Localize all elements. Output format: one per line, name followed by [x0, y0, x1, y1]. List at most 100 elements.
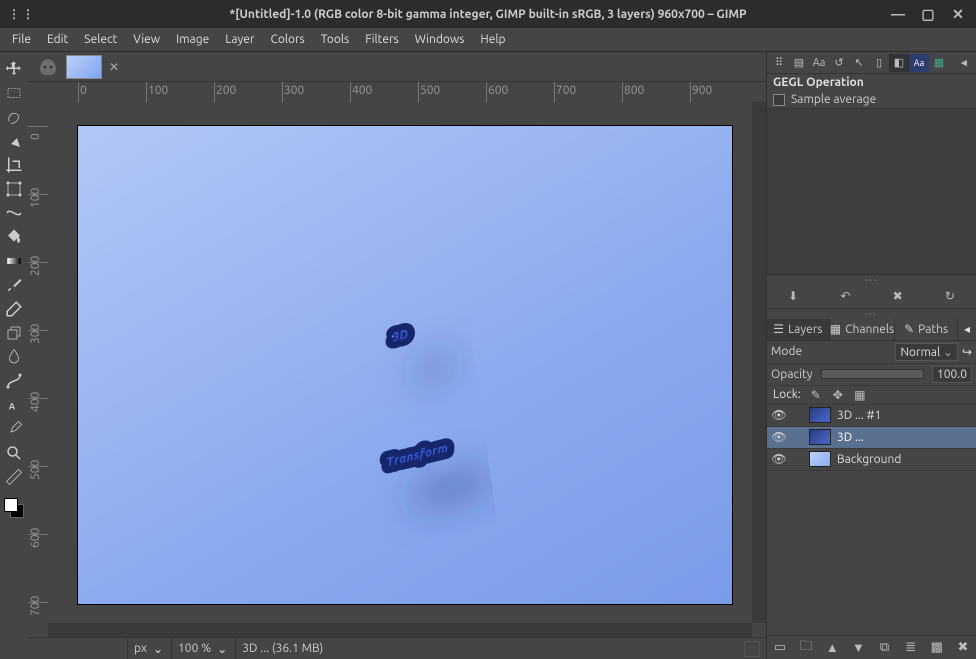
quick-nav-icon[interactable]	[744, 641, 760, 657]
menu-windows[interactable]: Windows	[407, 31, 473, 48]
path-tool-icon[interactable]	[2, 370, 26, 392]
pointer-tab-icon[interactable]: ↖	[849, 54, 869, 72]
maximize-button[interactable]: ▢	[914, 2, 942, 26]
brushes-tab-icon[interactable]: ⠿	[769, 54, 789, 72]
opacity-value[interactable]: 100.0	[932, 366, 972, 383]
menu-select[interactable]: Select	[76, 31, 125, 48]
patterns-tab-icon[interactable]: ▤	[789, 54, 809, 72]
document-tab[interactable]	[66, 55, 102, 79]
horizontal-ruler[interactable]: 0100200300400500600700800900	[48, 82, 752, 102]
crop-tool-icon[interactable]	[2, 154, 26, 176]
eraser-tool-icon[interactable]	[2, 298, 26, 320]
minimize-button[interactable]: —	[884, 2, 912, 26]
layer-thumbnail[interactable]	[809, 429, 831, 445]
tab-channels[interactable]: ▦Channels	[830, 319, 895, 340]
transform-tool-icon[interactable]	[2, 178, 26, 200]
layer-name[interactable]: 3D ...	[837, 431, 972, 444]
lock-alpha-icon[interactable]: ▦	[853, 388, 867, 402]
warp-tool-icon[interactable]	[2, 202, 26, 224]
reset-preset-icon[interactable]: ↻	[936, 286, 964, 306]
free-select-tool-icon[interactable]	[2, 106, 26, 128]
zoom-selector[interactable]: 100 %⌄	[172, 638, 236, 659]
sample-average-checkbox[interactable]	[773, 94, 785, 106]
titlebar-options-icon[interactable]: ⋮⋮	[8, 7, 36, 21]
ruler-tick-label: 700	[29, 596, 42, 616]
layer-row[interactable]: 👁 Background	[767, 449, 976, 471]
layer-visibility-icon[interactable]: 👁	[771, 452, 787, 466]
delete-preset-icon[interactable]: ✖	[884, 286, 912, 306]
dock-resize-handle[interactable]: ⋯	[767, 275, 976, 285]
zoom-tool-icon[interactable]	[2, 442, 26, 464]
text-style-tab-icon[interactable]: Aa	[909, 54, 929, 72]
menu-file[interactable]: File	[4, 31, 39, 48]
delete-layer-icon[interactable]: ✖	[954, 639, 972, 657]
layer-name[interactable]: 3D ... #1	[837, 409, 972, 422]
horizontal-scrollbar[interactable]	[48, 623, 752, 637]
layer-thumbnail[interactable]	[809, 407, 831, 423]
color-swatches[interactable]	[4, 498, 24, 518]
mode-label: Mode	[771, 345, 802, 358]
history-tab-icon[interactable]: ↺	[829, 54, 849, 72]
menu-image[interactable]: Image	[168, 31, 217, 48]
close-button[interactable]: ✕	[944, 2, 972, 26]
canvas-nav-corner[interactable]	[752, 623, 766, 637]
document-tab-icon[interactable]: ▯	[869, 54, 889, 72]
tab-layers[interactable]: ☰Layers	[767, 319, 830, 340]
fuzzy-select-tool-icon[interactable]	[2, 130, 26, 152]
text-tool-icon[interactable]: A	[2, 394, 26, 416]
lower-layer-icon[interactable]: ▼	[849, 639, 867, 657]
restore-preset-icon[interactable]: ↶	[831, 286, 859, 306]
tool-options-tab-icon[interactable]: ◧	[889, 54, 909, 72]
mode-select[interactable]: Normal	[895, 343, 958, 361]
layer-name[interactable]: Background	[837, 453, 972, 466]
layer-visibility-icon[interactable]: 👁	[771, 408, 787, 422]
menu-layer[interactable]: Layer	[217, 31, 262, 48]
close-tab-icon[interactable]: ✕	[108, 61, 120, 73]
bucket-fill-tool-icon[interactable]	[2, 226, 26, 248]
menu-help[interactable]: Help	[472, 31, 513, 48]
color-picker-tool-icon[interactable]	[2, 418, 26, 440]
opacity-slider[interactable]	[821, 369, 924, 379]
vertical-ruler[interactable]: 0100200300400500600700	[28, 102, 48, 623]
menu-edit[interactable]: Edit	[39, 31, 76, 48]
gradient-tool-icon[interactable]	[2, 250, 26, 272]
lock-pixels-icon[interactable]: ✎	[809, 388, 823, 402]
new-group-icon[interactable]: 🗀	[797, 639, 815, 657]
canvas[interactable]: 3D Transform 3D Transform	[78, 126, 732, 604]
smudge-tool-icon[interactable]	[2, 346, 26, 368]
sample-average-row[interactable]: Sample average	[767, 91, 976, 108]
raise-layer-icon[interactable]: ▲	[823, 639, 841, 657]
rect-select-tool-icon[interactable]	[2, 82, 26, 104]
chevron-down-icon: ⌄	[215, 642, 229, 656]
measure-tool-icon[interactable]	[2, 466, 26, 488]
lock-position-icon[interactable]: ✥	[831, 388, 845, 402]
layers-panel-menu-icon[interactable]: ◂	[958, 322, 976, 336]
ruler-corner[interactable]	[28, 82, 48, 102]
canvas-viewport[interactable]: 3D Transform 3D Transform	[48, 102, 752, 623]
dock-resize-handle-2[interactable]: ⋯	[767, 309, 976, 319]
dock-menu-icon[interactable]: ◂	[954, 54, 974, 72]
fonts-tab-icon[interactable]: Aa	[809, 54, 829, 72]
unit-selector[interactable]: px⌄	[128, 638, 172, 659]
menu-colors[interactable]: Colors	[262, 31, 312, 48]
menu-tools[interactable]: Tools	[313, 31, 358, 48]
duplicate-layer-icon[interactable]: ⧉	[876, 639, 894, 657]
foreground-color-swatch[interactable]	[4, 498, 18, 512]
paintbrush-tool-icon[interactable]	[2, 274, 26, 296]
tab-paths[interactable]: ✎Paths	[895, 319, 958, 340]
vertical-scrollbar[interactable]	[752, 102, 766, 623]
menu-view[interactable]: View	[125, 31, 168, 48]
move-tool-icon[interactable]	[2, 58, 26, 80]
new-layer-icon[interactable]: ▭	[771, 639, 789, 657]
layer-thumbnail[interactable]	[809, 451, 831, 467]
clone-tool-icon[interactable]	[2, 322, 26, 344]
layer-visibility-icon[interactable]: 👁	[771, 430, 787, 444]
save-preset-icon[interactable]: ⬇	[779, 286, 807, 306]
layer-row[interactable]: 👁 3D ... #1	[767, 405, 976, 427]
mode-switch-icon[interactable]: ↪	[962, 345, 972, 359]
images-tab-icon[interactable]: ▦	[929, 54, 949, 72]
menu-filters[interactable]: Filters	[357, 31, 406, 48]
layer-row[interactable]: 👁 3D ...	[767, 427, 976, 449]
mask-layer-icon[interactable]: ▩	[928, 639, 946, 657]
merge-layer-icon[interactable]: ≣	[902, 639, 920, 657]
